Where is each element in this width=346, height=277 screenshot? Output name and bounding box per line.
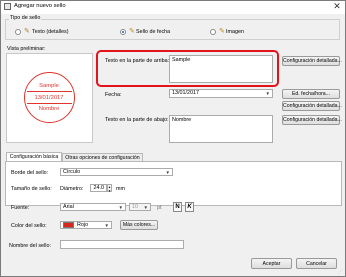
bottom-config-button[interactable]: Configuración detallada...: [282, 115, 342, 125]
app-icon: [4, 3, 11, 10]
bold-button[interactable]: N: [173, 202, 182, 212]
image-stamp-icon: ✎: [219, 28, 225, 35]
diameter-input[interactable]: 24.0: [90, 184, 107, 192]
radio-image-stamp[interactable]: [210, 29, 216, 35]
stamp-top-text: Sample: [39, 83, 59, 89]
chevron-down-icon: ▼: [118, 205, 123, 210]
ok-button[interactable]: Aceptar: [251, 258, 292, 269]
font-label: Fuente:: [11, 205, 30, 211]
stamp-name-label: Nombre del sello:: [9, 243, 51, 249]
stamp-name-input[interactable]: [60, 240, 184, 249]
color-value: Rojo: [77, 222, 89, 228]
window-title: Agregar nuevo sello: [14, 3, 66, 9]
color-label: Color del sello:: [11, 223, 47, 229]
stamp-divider-bottom: [27, 103, 72, 104]
top-config-button[interactable]: Configuración detallada...: [282, 56, 342, 66]
top-text-highlight: [96, 50, 279, 87]
date-value: 13/01/2017: [172, 90, 199, 96]
date-edit-button[interactable]: Ed. fecha/hora...: [282, 89, 340, 99]
stamp-date-text: 13/01/2017: [34, 95, 64, 101]
diameter-spinner[interactable]: ▲ ▼: [107, 184, 112, 193]
italic-button[interactable]: K: [185, 202, 194, 212]
font-size-unit: pt: [157, 205, 162, 211]
chevron-down-icon: ▼: [265, 91, 270, 96]
stamp-type-label: Tipo de sello: [9, 15, 42, 21]
diameter-label: Diámetro:: [60, 186, 84, 192]
option-text-label[interactable]: Texto (detalles): [32, 29, 69, 35]
radio-date-stamp[interactable]: [120, 29, 126, 35]
font-size-select[interactable]: 10 ▼: [129, 203, 151, 211]
chevron-down-icon: ▼: [104, 223, 109, 228]
date-label: Fecha:: [105, 92, 122, 98]
border-select[interactable]: Círculo ▼: [60, 168, 173, 176]
radio-text-stamp[interactable]: [15, 29, 21, 35]
stamp-divider-top: [27, 91, 72, 92]
stamp-bottom-text: Nombre: [38, 106, 60, 112]
close-icon[interactable]: ✕: [331, 1, 343, 12]
tab-panel: [5, 161, 342, 206]
date-select[interactable]: 13/01/2017 ▼: [169, 89, 273, 98]
chevron-down-icon: ▼: [165, 170, 170, 175]
resize-grip-icon[interactable]: ⋰: [338, 269, 344, 275]
more-colors-button[interactable]: Más colores...: [120, 220, 158, 230]
cancel-button[interactable]: Cancelar: [296, 258, 337, 269]
option-image-label[interactable]: Imagen: [226, 29, 244, 35]
bottom-text-label: Texto en la parte de abajo:: [105, 117, 169, 123]
chevron-down-icon: ▼: [143, 205, 148, 210]
date-config-button[interactable]: Configuración detallada...: [282, 101, 342, 111]
preview-label: Vista preliminar:: [7, 46, 46, 52]
tab-other-options[interactable]: Otras opciones de configuración: [62, 153, 143, 161]
option-date-label[interactable]: Sello de fecha: [136, 29, 170, 35]
date-stamp-icon: ✎: [129, 28, 135, 35]
diameter-unit: mm: [116, 186, 125, 192]
color-select[interactable]: Rojo ▼: [60, 221, 112, 229]
font-value: Arial: [63, 204, 74, 210]
bottom-text-input[interactable]: Nombre: [169, 115, 273, 143]
color-swatch: [63, 222, 74, 228]
border-value: Círculo: [63, 169, 81, 175]
font-size-value: 10: [132, 204, 138, 210]
size-label: Tamaño de sello:: [11, 186, 52, 192]
border-label: Borde del sello:: [11, 170, 49, 176]
font-select[interactable]: Arial ▼: [60, 203, 126, 211]
text-stamp-icon: ✎: [24, 28, 30, 35]
